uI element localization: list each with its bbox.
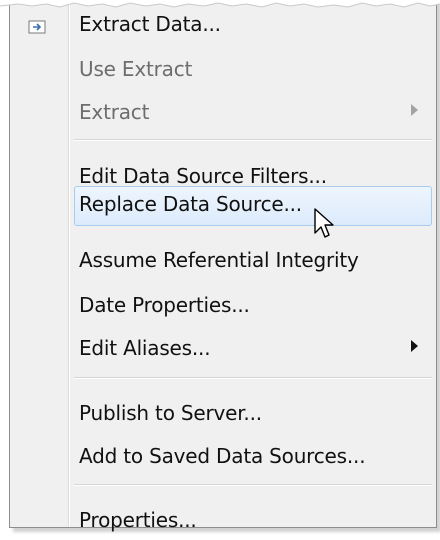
menu-item-label: Edit Data Source Filters... [79,164,327,188]
menu-item-label: Publish to Server... [79,401,262,425]
submenu-arrow-icon [411,104,418,116]
menu-item-edit-aliases[interactable]: Edit Aliases... [10,330,436,368]
menu-item-label: Properties... [79,508,197,532]
menu-separator [74,484,432,486]
menu-item-assume-referential-integrity[interactable]: Assume Referential Integrity [10,242,436,280]
menu-item-label: Add to Saved Data Sources... [79,444,366,468]
menu-item-label: Edit Aliases... [79,336,211,360]
menu-item-extract[interactable]: Extract [10,94,436,132]
menu-separator [74,377,432,379]
menu-item-label: Date Properties... [79,293,250,317]
submenu-arrow-icon [411,340,418,352]
torn-edge [0,0,440,8]
menu-item-date-properties[interactable]: Date Properties... [10,287,436,325]
menu-item-label: Replace Data Source... [79,192,302,216]
extract-data-icon [28,20,46,34]
mouse-pointer-icon [314,208,334,238]
menu-item-properties[interactable]: Properties... [10,502,436,540]
menu-item-publish-to-server[interactable]: Publish to Server... [10,395,436,433]
menu-item-add-to-saved-data-sources[interactable]: Add to Saved Data Sources... [10,438,436,476]
menu-item-label: Use Extract [79,57,193,81]
menu-item-label: Extract [79,100,150,124]
menu-item-replace-data-source[interactable]: Replace Data Source... [74,186,432,226]
context-menu: Extract Data... Use Extract Extract Edit… [9,0,437,532]
menu-item-use-extract[interactable]: Use Extract [10,51,436,89]
menu-item-label: Assume Referential Integrity [79,248,359,272]
menu-separator [74,139,432,141]
